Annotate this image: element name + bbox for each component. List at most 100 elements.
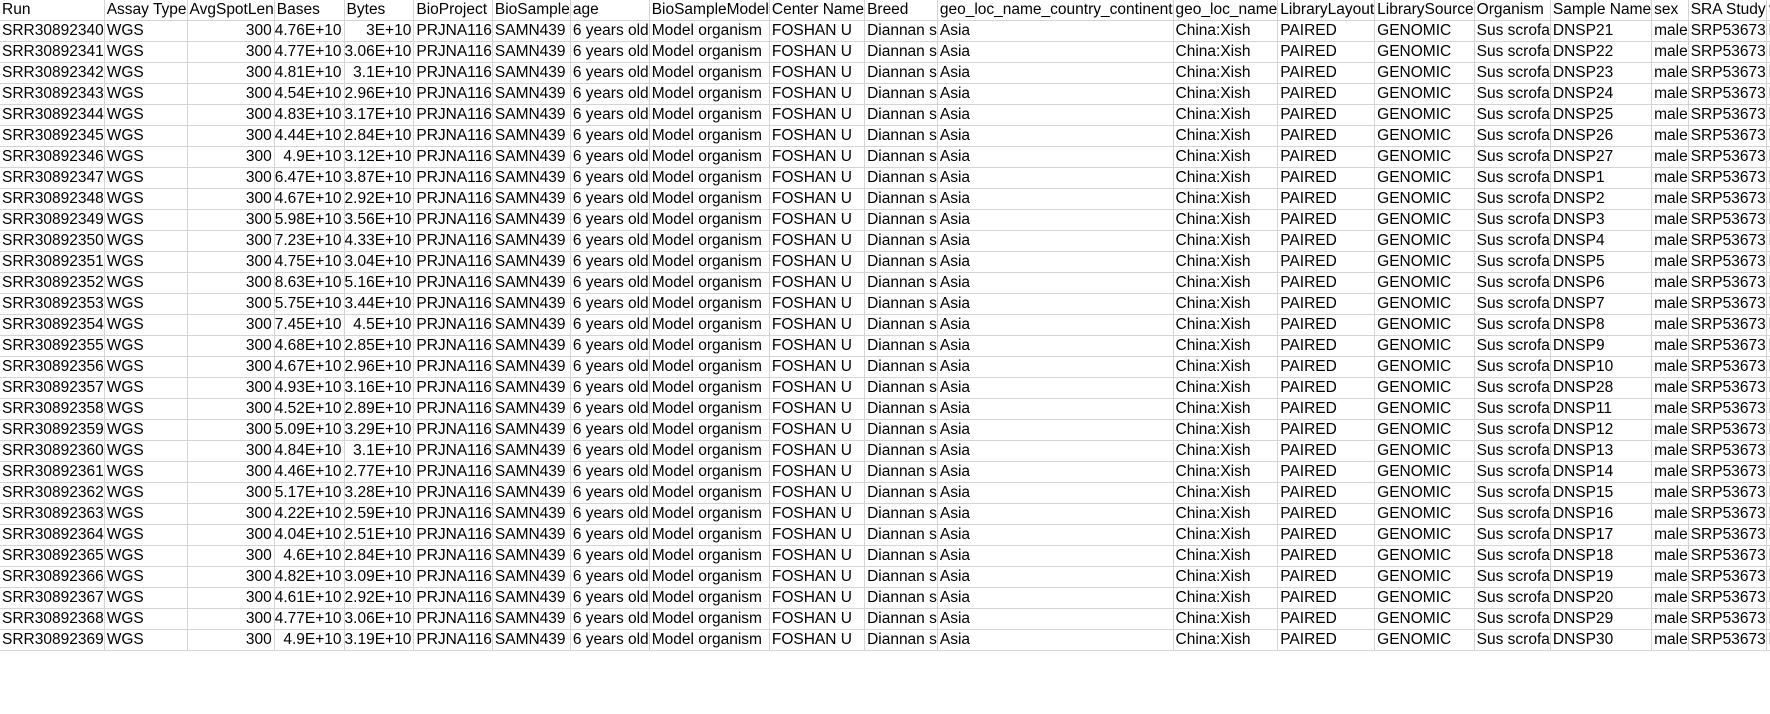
cell-sra-study[interactable]: SRP53673 (1688, 629, 1767, 651)
cell-run[interactable]: SRR30892366 (0, 566, 105, 588)
cell-breed[interactable]: Diannan s (864, 272, 938, 294)
cell-bioproject[interactable]: PRJNA116 (413, 482, 493, 504)
cell-bases[interactable]: 5.75E+10 (274, 293, 345, 315)
cell-sex[interactable]: male (1651, 167, 1689, 189)
cell-bytes[interactable]: 2.96E+10 (344, 83, 415, 105)
cell-organism[interactable]: Sus scrofa (1474, 272, 1551, 294)
cell-assay-type[interactable]: WGS (104, 419, 188, 441)
cell-bytes[interactable]: 2.51E+10 (344, 524, 415, 546)
cell-sample-name[interactable]: DNSP16 (1550, 503, 1653, 525)
cell-center-name[interactable]: FOSHAN U (769, 461, 866, 483)
cell-geo-loc-continent[interactable]: Asia (937, 314, 1174, 336)
cell-sra-study[interactable]: SRP53673 (1688, 377, 1767, 399)
cell-age[interactable]: 6 years old (570, 272, 650, 294)
cell-biosamplemodel[interactable]: Model organism (649, 503, 770, 525)
cell-center-name[interactable]: FOSHAN U (769, 293, 866, 315)
cell-age[interactable]: 6 years old (570, 104, 650, 126)
cell-bases[interactable]: 7.45E+10 (274, 314, 345, 336)
cell-sra-study[interactable]: SRP53673 (1688, 314, 1767, 336)
cell-run[interactable]: SRR30892350 (0, 230, 105, 252)
cell-avgspotlen[interactable]: 300 (187, 335, 275, 357)
cell-geo-loc-name[interactable]: China:Xish (1173, 587, 1279, 609)
cell-center-name[interactable]: FOSHAN U (769, 398, 866, 420)
cell-assay-type[interactable]: WGS (104, 209, 188, 231)
cell-biosample[interactable]: SAMN439 (492, 125, 571, 147)
cell-center-name[interactable]: FOSHAN U (769, 146, 866, 168)
cell-bases[interactable]: 4.44E+10 (274, 125, 345, 147)
cell-breed[interactable]: Diannan s (864, 482, 938, 504)
cell-bytes[interactable]: 2.77E+10 (344, 461, 415, 483)
cell-breed[interactable]: Diannan s (864, 188, 938, 210)
cell-librarylayout[interactable]: PAIRED (1277, 20, 1376, 42)
cell-biosamplemodel[interactable]: Model organism (649, 62, 770, 84)
cell-organism[interactable]: Sus scrofa (1474, 503, 1551, 525)
cell-run[interactable]: SRR30892362 (0, 482, 105, 504)
cell-sex[interactable]: male (1651, 608, 1689, 630)
cell-tissue[interactable]: blood (1766, 209, 1770, 231)
cell-age[interactable]: 6 years old (570, 629, 650, 651)
cell-bytes[interactable]: 3.06E+10 (344, 41, 415, 63)
cell-tissue[interactable]: blood (1766, 188, 1770, 210)
cell-breed[interactable]: Diannan s (864, 566, 938, 588)
cell-sra-study[interactable]: SRP53673 (1688, 419, 1767, 441)
table-row[interactable]: SRR30892366 WGS 300 4.82E+10 3.09E+10 PRJNA11… (0, 566, 1770, 588)
cell-geo-loc-continent[interactable]: Asia (937, 398, 1174, 420)
cell-organism[interactable]: Sus scrofa (1474, 545, 1551, 567)
cell-librarysource[interactable]: GENOMIC (1374, 62, 1475, 84)
cell-avgspotlen[interactable]: 300 (187, 629, 275, 651)
cell-geo-loc-continent[interactable]: Asia (937, 41, 1174, 63)
cell-biosamplemodel[interactable]: Model organism (649, 20, 770, 42)
cell-librarylayout[interactable]: PAIRED (1277, 146, 1376, 168)
cell-bioproject[interactable]: PRJNA116 (413, 503, 493, 525)
cell-run[interactable]: SRR30892346 (0, 146, 105, 168)
cell-sample-name[interactable]: DNSP8 (1550, 314, 1653, 336)
cell-breed[interactable]: Diannan s (864, 629, 938, 651)
cell-organism[interactable]: Sus scrofa (1474, 629, 1551, 651)
header-cell-breed[interactable]: Breed (864, 0, 938, 21)
cell-breed[interactable]: Diannan s (864, 524, 938, 546)
cell-breed[interactable]: Diannan s (864, 167, 938, 189)
cell-sex[interactable]: male (1651, 629, 1689, 651)
cell-geo-loc-name[interactable]: China:Xish (1173, 104, 1279, 126)
table-row[interactable]: SRR30892343 WGS 300 4.54E+10 2.96E+10 PRJNA11… (0, 83, 1770, 105)
cell-sample-name[interactable]: DNSP4 (1550, 230, 1653, 252)
cell-run[interactable]: SRR30892340 (0, 20, 105, 42)
cell-biosamplemodel[interactable]: Model organism (649, 482, 770, 504)
cell-bases[interactable]: 5.09E+10 (274, 419, 345, 441)
cell-tissue[interactable]: blood (1766, 146, 1770, 168)
header-cell-geo-loc-name[interactable]: geo_loc_name (1173, 0, 1279, 21)
cell-avgspotlen[interactable]: 300 (187, 377, 275, 399)
cell-sex[interactable]: male (1651, 104, 1689, 126)
cell-bytes[interactable]: 4.5E+10 (344, 314, 415, 336)
cell-breed[interactable]: Diannan s (864, 251, 938, 273)
cell-organism[interactable]: Sus scrofa (1474, 83, 1551, 105)
cell-avgspotlen[interactable]: 300 (187, 503, 275, 525)
cell-avgspotlen[interactable]: 300 (187, 356, 275, 378)
cell-avgspotlen[interactable]: 300 (187, 398, 275, 420)
cell-bioproject[interactable]: PRJNA116 (413, 398, 493, 420)
cell-bioproject[interactable]: PRJNA116 (413, 335, 493, 357)
table-row[interactable]: SRR30892351 WGS 300 4.75E+10 3.04E+10 PRJNA11… (0, 251, 1770, 273)
cell-librarysource[interactable]: GENOMIC (1374, 230, 1475, 252)
cell-avgspotlen[interactable]: 300 (187, 230, 275, 252)
cell-run[interactable]: SRR30892367 (0, 587, 105, 609)
cell-biosample[interactable]: SAMN439 (492, 398, 571, 420)
cell-assay-type[interactable]: WGS (104, 230, 188, 252)
cell-breed[interactable]: Diannan s (864, 293, 938, 315)
cell-age[interactable]: 6 years old (570, 335, 650, 357)
table-row[interactable]: SRR30892346 WGS 300 4.9E+10 3.12E+10 PRJNA116… (0, 146, 1770, 168)
cell-geo-loc-continent[interactable]: Asia (937, 524, 1174, 546)
cell-tissue[interactable]: blood (1766, 587, 1770, 609)
cell-sample-name[interactable]: DNSP19 (1550, 566, 1653, 588)
cell-sample-name[interactable]: DNSP5 (1550, 251, 1653, 273)
cell-center-name[interactable]: FOSHAN U (769, 314, 866, 336)
cell-center-name[interactable]: FOSHAN U (769, 629, 866, 651)
cell-biosample[interactable]: SAMN439 (492, 566, 571, 588)
cell-sex[interactable]: male (1651, 83, 1689, 105)
cell-organism[interactable]: Sus scrofa (1474, 167, 1551, 189)
cell-librarylayout[interactable]: PAIRED (1277, 293, 1376, 315)
cell-run[interactable]: SRR30892355 (0, 335, 105, 357)
cell-bytes[interactable]: 3.19E+10 (344, 629, 415, 651)
cell-geo-loc-continent[interactable]: Asia (937, 62, 1174, 84)
cell-assay-type[interactable]: WGS (104, 293, 188, 315)
